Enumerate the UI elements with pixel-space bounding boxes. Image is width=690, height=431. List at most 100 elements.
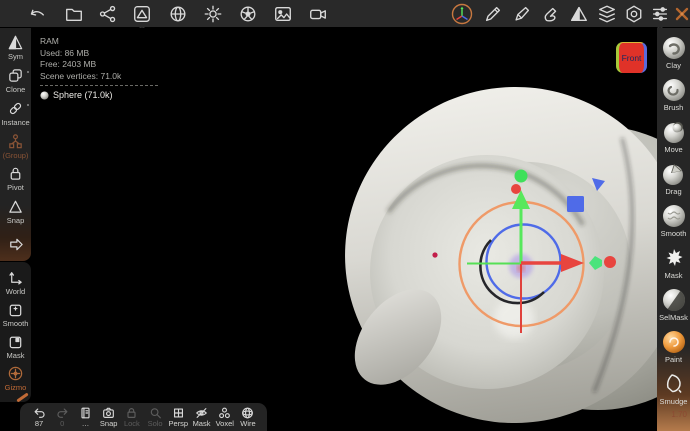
smooth-transform-button[interactable]: Smooth — [0, 298, 31, 330]
pivot-button[interactable]: Pivot — [0, 162, 31, 195]
clay-tool[interactable]: Clay — [657, 32, 690, 74]
sphere-object-icon — [40, 91, 49, 100]
stats-separator — [40, 85, 158, 86]
mask-visibility-button[interactable]: Mask — [191, 406, 213, 428]
back-button[interactable] — [24, 2, 48, 26]
sliders-more-dots: … — [657, 24, 663, 30]
history-button[interactable]: … — [74, 406, 96, 428]
undo-icon — [34, 408, 45, 418]
image-icon — [275, 6, 291, 22]
clay-thumb-icon — [662, 37, 685, 59]
stylus-settings-button[interactable] — [539, 2, 563, 26]
smudge-tool[interactable]: Smudge — [657, 368, 690, 410]
scene-object-row[interactable]: Sphere (71.0k) — [40, 90, 158, 102]
gizmo-handle-pivot-dot[interactable] — [432, 252, 438, 258]
voxel-button[interactable]: Voxel — [214, 406, 236, 428]
bake-button[interactable] — [0, 228, 31, 261]
drag-tool[interactable]: Drag — [657, 158, 690, 200]
mask-transform-button[interactable]: Mask — [0, 330, 31, 362]
brush-tool[interactable]: Brush — [657, 74, 690, 116]
panel-resize-handle[interactable] — [16, 392, 29, 403]
radius-value: 1.70 — [671, 410, 687, 419]
move-tool[interactable]: Move — [657, 116, 690, 158]
redo-button[interactable]: 0 — [51, 406, 73, 428]
group-button[interactable]: (Group) — [0, 130, 31, 163]
gizmo-handle-green-top[interactable] — [514, 169, 528, 183]
symmetry-button[interactable] — [567, 2, 591, 26]
selmask-tool[interactable]: SelMask — [657, 284, 690, 326]
wireframe-icon — [242, 407, 254, 419]
clone-icon — [9, 69, 22, 82]
world-button[interactable]: World — [0, 266, 31, 298]
camera-icon — [310, 9, 326, 20]
scene-object-label: Sphere (71.0k) — [53, 90, 113, 100]
smooth-square-icon — [9, 304, 22, 316]
settings-button[interactable] — [622, 2, 646, 26]
solo-button[interactable]: Solo — [144, 406, 166, 428]
camera-button[interactable] — [306, 2, 330, 26]
files-button[interactable] — [62, 2, 86, 26]
material-sphere-icon — [170, 6, 186, 22]
wireframe-button[interactable]: Wire — [237, 406, 259, 428]
paint-knife-icon — [515, 6, 530, 21]
lighting-sun-icon — [204, 5, 222, 23]
topology-tools-icon — [675, 7, 689, 21]
gizmo-tool-button[interactable] — [450, 2, 474, 26]
lighting-button[interactable] — [201, 2, 225, 26]
smudge-icon — [666, 374, 682, 393]
lock-view-button[interactable]: Lock — [121, 406, 143, 428]
share-nodes-icon — [99, 5, 116, 23]
stylus-hand-icon — [544, 7, 557, 22]
snap-button[interactable]: Snap — [0, 195, 31, 228]
sphere-model[interactable] — [323, 65, 690, 431]
sculpt-app-window: … … RAM Used: 86 MB Free: 2403 MB Scene … — [0, 0, 690, 431]
layers-icon — [599, 5, 615, 23]
smooth-thumb-icon — [662, 205, 685, 227]
scene-button[interactable]: … — [130, 2, 154, 30]
gizmo-active-icon — [451, 3, 473, 25]
layers-button[interactable] — [595, 2, 619, 26]
background-image-button[interactable] — [271, 2, 295, 26]
paint-tool[interactable]: Paint — [657, 326, 690, 368]
transform-panel: World Smooth Mask Gizmo — [0, 262, 31, 403]
material-button[interactable] — [166, 2, 190, 26]
clone-button[interactable]: Clone — [0, 64, 31, 97]
undo-button[interactable]: 87 — [28, 406, 50, 428]
share-button[interactable] — [96, 2, 120, 26]
journal-icon — [81, 407, 90, 419]
snap-view-button[interactable]: Snap — [98, 406, 120, 428]
symmetry-icon — [8, 35, 23, 50]
voxel-icon — [219, 407, 231, 419]
top-toolbar: … … — [0, 0, 690, 30]
paint-tool-button[interactable] — [510, 2, 534, 26]
sym-button[interactable]: Sym — [0, 31, 31, 64]
gizmo-handle-blue-square[interactable] — [567, 196, 584, 212]
gizmo-handle-red-right[interactable] — [604, 256, 616, 268]
lock-icon — [10, 168, 21, 181]
group-icon — [9, 133, 22, 148]
stats-vertices: Scene vertices: 71.0k — [40, 70, 122, 81]
gizmo-mode-button[interactable]: Gizmo — [0, 362, 31, 394]
mask-splat-icon — [666, 249, 682, 266]
camera-snap-icon — [103, 407, 115, 418]
pencil-tool-button[interactable] — [481, 2, 505, 26]
sliders-icon — [652, 7, 668, 21]
stats-title: RAM — [40, 36, 59, 46]
lock-icon — [127, 408, 136, 418]
mask-tool[interactable]: Mask — [657, 242, 690, 284]
pencil-icon — [485, 6, 501, 22]
view-orientation-cube[interactable]: Front — [616, 42, 647, 73]
render-button[interactable] — [236, 2, 260, 26]
paint-thumb-icon — [662, 331, 685, 353]
gizmo-handle-red-top[interactable] — [511, 184, 521, 194]
topology-tools-button[interactable] — [670, 2, 690, 26]
instance-button[interactable]: Instance — [0, 97, 31, 130]
bottom-toolbar: 87 0 … Snap Lock Solo Persp Mask Voxel W… — [20, 403, 267, 431]
perspective-button[interactable]: Persp — [167, 406, 189, 428]
perspective-grid-icon — [173, 408, 183, 418]
move-thumb-icon — [663, 122, 684, 143]
sliders-button[interactable]: … — [648, 2, 672, 30]
render-wheel-icon — [240, 6, 256, 22]
view-cube-label: Front — [621, 53, 642, 63]
smooth-tool[interactable]: Smooth — [657, 200, 690, 242]
